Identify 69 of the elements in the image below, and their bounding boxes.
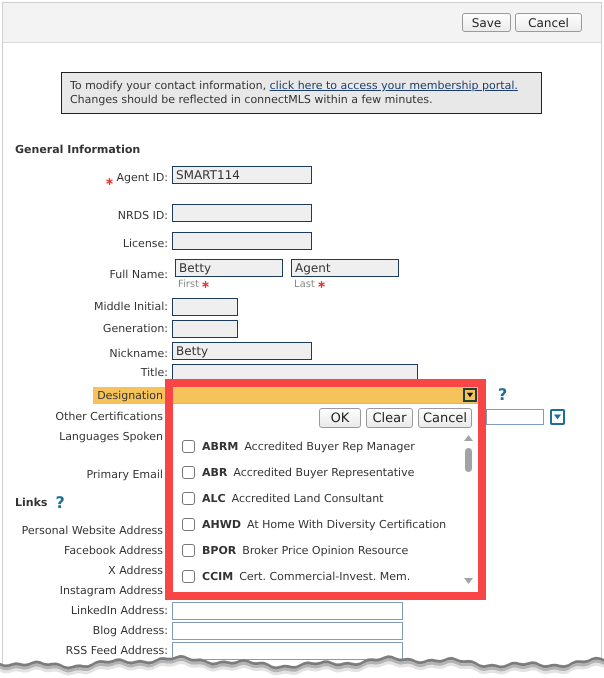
text-field[interactable]: Betty xyxy=(172,342,312,360)
portal-link[interactable]: click here to access your membership portal. xyxy=(270,79,518,92)
designation-name: Accredited Buyer Representative xyxy=(233,466,414,478)
field-label: Facebook Address xyxy=(64,544,164,558)
text-field[interactable] xyxy=(172,642,403,660)
save-button[interactable]: Save xyxy=(462,13,511,32)
field-label: Generation: xyxy=(102,322,168,336)
text-field[interactable] xyxy=(172,232,312,250)
text-field[interactable] xyxy=(172,298,238,316)
designation-code: AHWD xyxy=(202,518,241,530)
field-label: Agent ID: xyxy=(116,171,168,185)
caption-label: First xyxy=(178,278,200,291)
notice-text: Changes should be reflected in connectMLS within a few minutes. xyxy=(70,93,434,107)
designation-field[interactable] xyxy=(173,387,478,404)
scrollbar-thumb[interactable] xyxy=(464,448,472,472)
checkbox[interactable] xyxy=(182,518,195,530)
checkbox[interactable] xyxy=(182,570,195,582)
help-icon[interactable]: ? xyxy=(55,495,65,511)
scroll-up-icon[interactable] xyxy=(464,435,472,441)
checkbox[interactable] xyxy=(182,492,195,504)
caret-icon[interactable] xyxy=(550,409,565,425)
field-label: Full Name: xyxy=(110,268,168,282)
field-label: Instagram Address xyxy=(60,584,164,598)
field-label: NRDS ID: xyxy=(118,209,168,223)
text-field[interactable]: Agent xyxy=(291,259,399,277)
text-field[interactable] xyxy=(172,204,312,222)
field-label: Middle Initial: xyxy=(94,300,168,314)
text-field[interactable] xyxy=(172,602,403,620)
designation-code: BPOR xyxy=(202,544,236,556)
checkbox[interactable] xyxy=(182,544,195,556)
field-label: LinkedIn Address: xyxy=(70,604,168,618)
designation-name: Accredited Buyer Rep Manager xyxy=(244,440,415,452)
field-label: Nickname: xyxy=(109,347,168,361)
help-icon[interactable]: ? xyxy=(498,387,508,403)
scroll-down-icon[interactable] xyxy=(464,578,472,584)
section-title: General Information xyxy=(15,143,140,157)
field-label: Title: xyxy=(140,366,168,380)
notice-text: To modify your contact information, click here to access your membership portal. xyxy=(70,79,519,93)
designation-name: Accredited Land Consultant xyxy=(232,492,384,504)
text-field[interactable] xyxy=(172,320,238,338)
caption-label: Last xyxy=(294,278,315,291)
designation-name: Cert. Commercial-Invest. Mem. xyxy=(239,570,410,582)
field-label: X Address xyxy=(108,564,164,578)
checkbox[interactable] xyxy=(182,466,195,478)
field-label: Primary Email xyxy=(86,468,164,482)
field-label: Personal Website Address xyxy=(22,524,164,538)
designation-name: Broker Price Opinion Resource xyxy=(242,544,408,556)
designation-code: ABR xyxy=(202,466,228,478)
text-field[interactable] xyxy=(172,622,403,640)
cancel-button[interactable]: Cancel xyxy=(418,408,472,428)
field-label: Other Certifications xyxy=(55,410,164,424)
field-label: Designation xyxy=(93,386,168,404)
designation-code: ALC xyxy=(202,492,226,504)
field-label: RSS Feed Address: xyxy=(66,644,168,658)
checkbox[interactable] xyxy=(182,440,195,452)
cancel-button[interactable]: Cancel xyxy=(515,13,582,32)
select-field[interactable] xyxy=(486,409,544,425)
section-title: Links xyxy=(15,496,48,510)
caret-icon[interactable] xyxy=(463,388,477,402)
ok-button[interactable]: OK xyxy=(318,408,361,428)
field-label: Languages Spoken xyxy=(59,430,164,444)
designation-name: At Home With Diversity Certification xyxy=(246,518,446,530)
designation-code: ABRM xyxy=(202,440,238,452)
field-label: Blog Address: xyxy=(92,624,168,638)
field-label: License: xyxy=(122,237,168,251)
text-field[interactable]: Betty xyxy=(175,259,283,277)
designation-code: CCIM xyxy=(202,570,234,582)
text-field[interactable]: SMART114 xyxy=(172,166,312,184)
clear-button[interactable]: Clear xyxy=(366,408,413,428)
